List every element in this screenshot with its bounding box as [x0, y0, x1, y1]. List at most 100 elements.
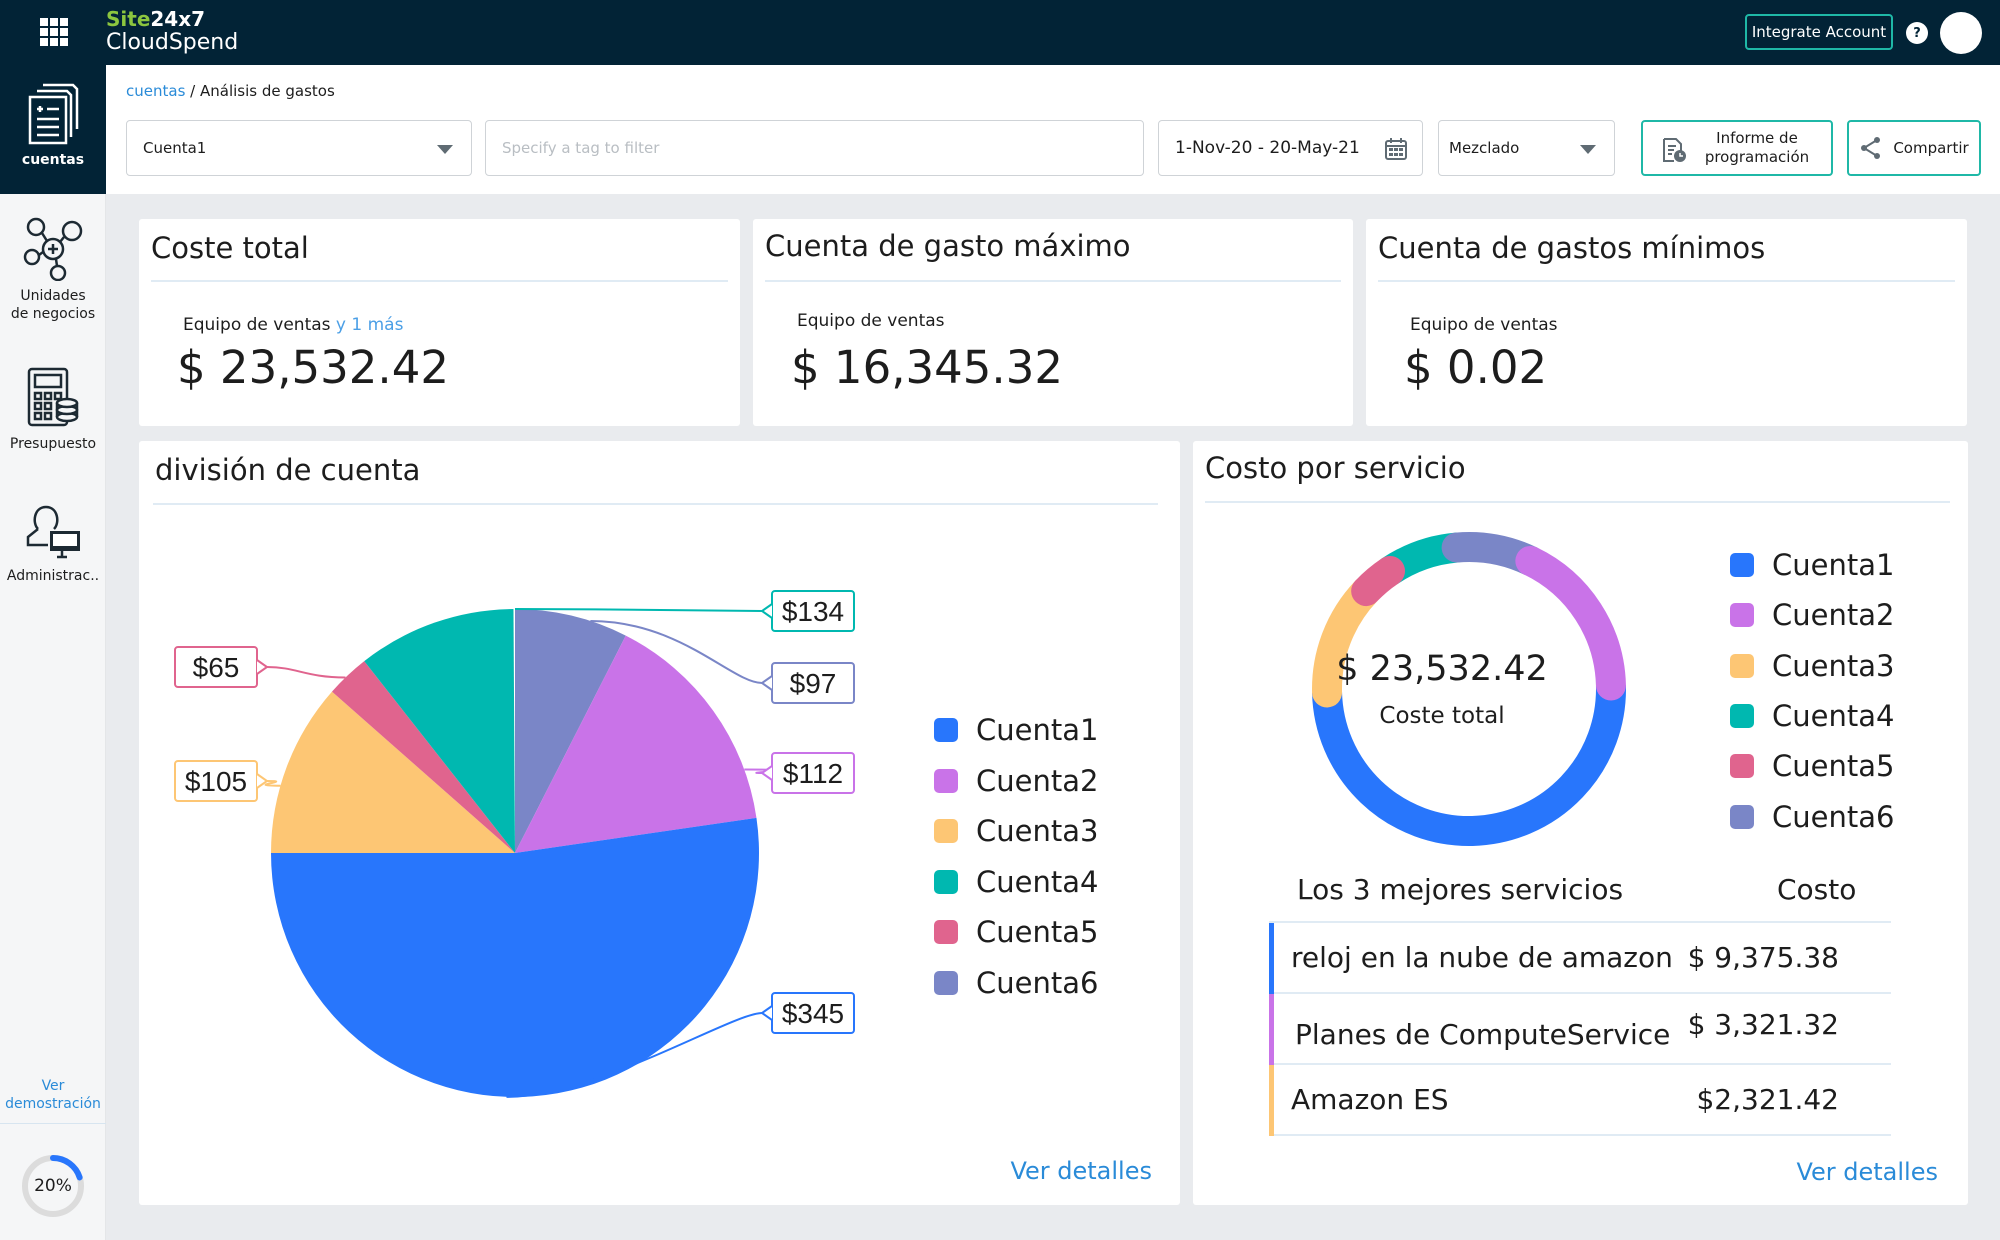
view-demo-link[interactable]: Ver demostración: [0, 1077, 106, 1124]
network-icon: [23, 217, 83, 281]
card-title: Cuenta de gastos mínimos: [1378, 231, 1766, 265]
account-split-card: división de cuenta $134 $97 $112 $65 $105 $34…: [139, 441, 1180, 1205]
legend-item[interactable]: Cuenta6: [1730, 800, 1894, 834]
kpi-team: Equipo de ventas: [183, 315, 331, 335]
kpi-more-link[interactable]: y 1 más: [336, 315, 404, 335]
legend-label: Cuenta5: [976, 915, 1099, 949]
service-cost: $ 3,321.32: [1687, 1008, 1839, 1041]
legend-swatch: [1730, 653, 1754, 678]
legend-swatch: [934, 869, 958, 894]
sidebar-item-budget[interactable]: Presupuesto: [0, 367, 106, 453]
date-range-value: 1-Nov-20 - 20-May-21: [1175, 138, 1360, 158]
sidebar-item-business-units[interactable]: Unidades de negocios: [0, 217, 106, 323]
kpi-value: $ 0.02: [1404, 341, 1548, 394]
donut-center-value: $ 23,532.42: [1336, 649, 1548, 689]
schedule-report-button[interactable]: Informe de programación: [1641, 120, 1833, 176]
legend-item[interactable]: Cuenta2: [1730, 598, 1894, 632]
card-title: Cuenta de gasto máximo: [765, 229, 1131, 263]
documents-icon: [28, 83, 79, 145]
sidebar: cuentas Unidades de negocios Presupuesto…: [0, 65, 106, 1240]
legend-item[interactable]: Cuenta1: [934, 713, 1098, 747]
legend-swatch: [1730, 754, 1754, 779]
sidebar-label: cuentas: [21, 152, 85, 168]
kpi-card-max-spend: Cuenta de gasto máximo Equipo de ventas …: [753, 219, 1353, 426]
legend-item[interactable]: Cuenta6: [934, 966, 1098, 1000]
donut-segment-cuenta5[interactable]: [1351, 556, 1406, 607]
service-row[interactable]: reloj en la nube de amazon $ 9,375.38: [1269, 923, 1891, 994]
demo-label: demostración: [5, 1096, 101, 1112]
legend-label: Cuenta4: [1772, 698, 1895, 733]
schedule-report-icon: [1663, 138, 1686, 162]
service-cost-card: Costo por servicio $ 23,532.42 Coste tot…: [1193, 441, 1968, 1205]
date-range-picker[interactable]: 1-Nov-20 - 20-May-21: [1158, 120, 1423, 176]
service-row[interactable]: Amazon ES $2,321.42: [1269, 1065, 1891, 1136]
share-button[interactable]: Compartir: [1847, 120, 1981, 176]
kpi-card-min-spend: Cuenta de gastos mínimos Equipo de venta…: [1366, 219, 1967, 426]
legend-label: Cuenta4: [976, 864, 1099, 899]
legend-item[interactable]: Cuenta5: [934, 915, 1098, 949]
divider: [1378, 280, 1955, 282]
kpi-value: $ 23,532.42: [177, 341, 449, 394]
legend-label: Cuenta5: [1772, 749, 1895, 784]
sidebar-item-cuentas[interactable]: cuentas: [0, 65, 106, 194]
legend-item[interactable]: Cuenta3: [1730, 649, 1894, 683]
callout-connector: [266, 666, 346, 679]
legend-item[interactable]: Cuenta2: [934, 764, 1098, 798]
sidebar-label: Unidades: [20, 288, 86, 304]
row-color-bar: [1269, 1065, 1274, 1136]
schedule-label: Informe de: [1716, 129, 1798, 147]
card-title: Coste total: [151, 231, 309, 265]
legend-label: Cuenta6: [976, 965, 1099, 1000]
kpi-subtitle: Equipo de ventas: [1410, 315, 1558, 335]
legend-item[interactable]: Cuenta4: [934, 865, 1098, 899]
account-select[interactable]: Cuenta1: [126, 120, 472, 176]
pie-slice-cuenta1[interactable]: [271, 817, 759, 1098]
integrate-account-button[interactable]: Integrate Account: [1745, 14, 1893, 50]
breadcrumb-current: Análisis de gastos: [200, 82, 335, 100]
data-label-notch: [256, 659, 269, 675]
logo[interactable]: Site24x7 CloudSpend: [106, 8, 238, 55]
breadcrumb-cuentas[interactable]: cuentas: [126, 82, 185, 100]
service-name: reloj en la nube de amazon: [1291, 941, 1673, 974]
cost-mode-select[interactable]: Mezclado: [1438, 120, 1615, 176]
service-name: Amazon ES: [1291, 1083, 1449, 1116]
legend-label: Cuenta2: [1772, 598, 1895, 633]
sidebar-item-admin[interactable]: Administrac..: [0, 503, 106, 585]
avatar[interactable]: [1940, 12, 1982, 54]
app-grid-icon[interactable]: [40, 18, 68, 46]
legend-swatch: [934, 718, 958, 742]
legend-label: Cuenta3: [1772, 648, 1895, 683]
help-icon[interactable]: ?: [1906, 22, 1928, 44]
row-color-bar: [1269, 994, 1274, 1065]
kpi-card-total-cost: Coste total Equipo de ventas y 1 más $ 2…: [139, 219, 740, 426]
service-cost: $ 9,375.38: [1687, 941, 1839, 974]
legend-item[interactable]: Cuenta5: [1730, 749, 1894, 783]
data-label-notch: [760, 603, 773, 619]
setup-progress[interactable]: 20%: [20, 1153, 86, 1219]
sidebar-label: Administrac..: [6, 568, 100, 584]
legend-item[interactable]: Cuenta1: [1730, 548, 1894, 582]
service-name: Planes de ComputeService: [1295, 1018, 1671, 1051]
view-details-link[interactable]: Ver detalles: [1010, 1157, 1152, 1185]
sidebar-label: de negocios: [10, 306, 96, 322]
service-row[interactable]: Planes de ComputeService $ 3,321.32: [1269, 994, 1891, 1065]
callout-connector: [264, 780, 281, 787]
top-header: Site24x7 CloudSpend Integrate Account ?: [0, 0, 2000, 65]
view-details-link[interactable]: Ver detalles: [1796, 1158, 1938, 1186]
tag-filter-input[interactable]: Specify a tag to filter: [485, 120, 1144, 176]
legend-swatch: [934, 920, 958, 944]
schedule-label: programación: [1704, 148, 1810, 166]
data-label: $97: [790, 668, 837, 699]
legend-item[interactable]: Cuenta4: [1730, 699, 1894, 733]
top-services-header: Los 3 mejores servicios: [1297, 873, 1624, 906]
calculator-icon: [27, 367, 79, 427]
divider: [765, 280, 1341, 282]
kpi-subtitle: Equipo de ventas y 1 más: [183, 315, 403, 335]
share-icon: [1861, 137, 1881, 159]
data-label-notch: [760, 675, 773, 691]
cost-column-header: Costo: [1777, 873, 1857, 906]
data-label: $65: [193, 652, 240, 683]
legend-item[interactable]: Cuenta3: [934, 814, 1098, 848]
legend-label: Cuenta2: [976, 763, 1099, 798]
admin-user-icon: [26, 505, 80, 559]
